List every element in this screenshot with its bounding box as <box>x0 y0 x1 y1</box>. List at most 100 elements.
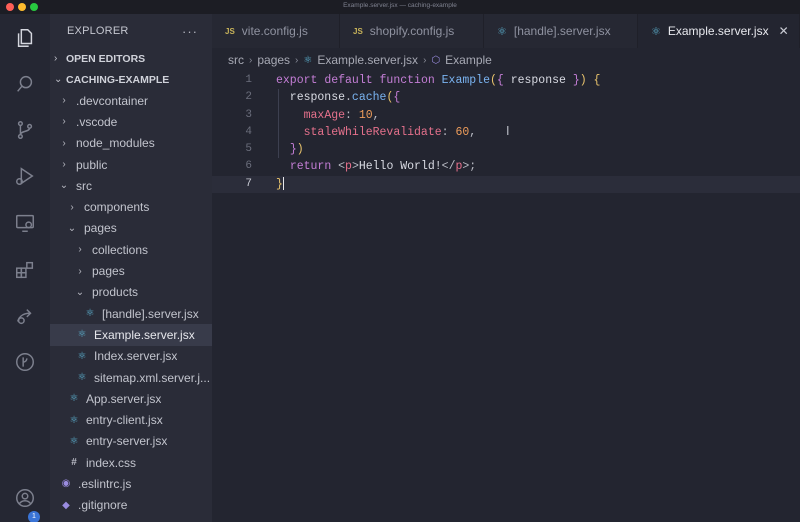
editor-tab[interactable]: JS shopify.config.js <box>340 14 484 48</box>
gitlens-icon[interactable] <box>13 350 37 374</box>
chevron-down-icon: ⌄ <box>67 222 77 234</box>
tree-item-label: .eslintrc.js <box>78 476 132 491</box>
file-item[interactable]: ⚛ entry-client.jsx <box>50 409 212 430</box>
remote-explorer-icon[interactable] <box>13 211 37 235</box>
file-item[interactable]: # index.css <box>50 452 212 473</box>
file-item[interactable]: ⚛ entry-server.jsx <box>50 431 212 452</box>
line-number: 2 <box>245 91 252 104</box>
folder-item[interactable]: › .devcontainer <box>50 90 212 111</box>
project-section[interactable]: ⌄ CACHING-EXAMPLE <box>50 69 212 90</box>
chevron-right-icon: › <box>62 137 66 149</box>
editor-tab[interactable]: ⚛ [handle].server.jsx <box>484 14 638 48</box>
file-item[interactable]: ◆ .gitignore <box>50 495 212 516</box>
code-line[interactable]: 3 maxAge: 10, <box>212 107 800 124</box>
code-text: }) <box>276 141 304 158</box>
source-control-icon[interactable] <box>13 118 37 142</box>
react-file-icon: ⚛ <box>303 54 313 66</box>
git-file-icon: ◆ <box>62 499 70 511</box>
breadcrumb: src › pages › ⚛ Example.server.jsx › ⬡ Example <box>212 48 800 72</box>
tree-item-label: products <box>92 285 139 300</box>
editor-tab[interactable]: ⚛ Example.server.jsx ✕ <box>638 14 800 48</box>
tree-item-label: .gitignore <box>78 498 128 513</box>
chevron-right-icon: › <box>295 54 299 66</box>
folder-item[interactable]: ⌄ products <box>50 282 212 303</box>
window-title: Example.server.jsx — caching-example <box>343 2 457 9</box>
tab-label: Example.server.jsx <box>667 24 769 38</box>
code-text: staleWhileRevalidate: 60, <box>276 124 477 141</box>
folder-item[interactable]: › pages <box>50 260 212 281</box>
tree-item-label: .devcontainer <box>76 93 149 108</box>
breadcrumb-item[interactable]: pages <box>257 53 290 67</box>
folder-item[interactable]: › .vscode <box>50 111 212 132</box>
breadcrumb-item[interactable]: src <box>228 53 244 67</box>
file-item[interactable]: ⚛ sitemap.xml.server.j... <box>50 367 212 388</box>
chevron-right-icon: › <box>423 54 427 66</box>
folder-item[interactable]: › collections <box>50 239 212 260</box>
tab-label: [handle].server.jsx <box>513 24 611 38</box>
more-actions-icon[interactable]: ··· <box>182 24 198 39</box>
code-token: , <box>372 108 380 122</box>
code-token: 10 <box>358 108 373 122</box>
tree-item-label: Index.server.jsx <box>94 349 178 364</box>
breadcrumb-item[interactable]: Example.server.jsx <box>317 53 418 67</box>
code-token: response <box>510 74 573 87</box>
code-line[interactable]: 7} <box>212 175 800 194</box>
code-token: Example <box>441 74 490 87</box>
tree-item-label: sitemap.xml.server.j... <box>94 370 211 385</box>
file-item[interactable]: ⚛ [handle].server.jsx <box>50 303 212 324</box>
folder-item[interactable]: › components <box>50 196 212 217</box>
breadcrumb-item[interactable]: Example <box>445 53 492 67</box>
file-item[interactable]: ⚛ Example.server.jsx <box>50 324 212 346</box>
file-item[interactable]: ⚛ App.server.jsx <box>50 388 212 409</box>
account-badge: 1 <box>28 511 40 522</box>
live-share-icon[interactable] <box>13 304 37 328</box>
line-number: 5 <box>245 143 252 156</box>
tree-item-label: index.css <box>86 455 137 470</box>
code-text: return <p>Hello World!</p>; <box>276 158 476 175</box>
extensions-icon[interactable] <box>13 258 37 282</box>
code-line[interactable]: 5 }) <box>212 141 800 158</box>
file-item[interactable]: ◉ .eslintrc.js <box>50 473 212 494</box>
code-line[interactable]: 6 return <p>Hello World!</p>; <box>212 158 800 175</box>
close-tab-icon[interactable]: ✕ <box>779 24 789 38</box>
tree-item-label: entry-server.jsx <box>86 434 168 449</box>
code-text: } <box>276 176 284 193</box>
line-number: 6 <box>245 160 252 173</box>
eslint-file-icon: ◉ <box>61 478 71 490</box>
run-debug-icon[interactable] <box>13 164 37 188</box>
code-token: p <box>345 160 352 174</box>
folder-item[interactable]: ⌄ src <box>50 175 212 196</box>
code-line[interactable]: 2 response.cache({ <box>212 89 800 106</box>
tab-label: vite.config.js <box>241 24 308 38</box>
folder-item[interactable]: ⌄ pages <box>50 218 212 239</box>
open-editors-label: OPEN EDITORS <box>66 52 146 65</box>
folder-item[interactable]: › node_modules <box>50 133 212 154</box>
tree-item-label: public <box>76 157 108 172</box>
account-icon[interactable] <box>13 486 37 510</box>
chevron-right-icon: › <box>62 95 66 107</box>
tree-item-label: [handle].server.jsx <box>102 306 199 321</box>
chevron-right-icon: › <box>78 265 82 277</box>
line-number: 7 <box>245 177 252 190</box>
editor-tab[interactable]: JS vite.config.js <box>212 14 340 48</box>
files-icon[interactable] <box>13 26 37 50</box>
search-icon[interactable] <box>13 72 37 96</box>
code-token: : <box>441 125 456 139</box>
tree-item-label: pages <box>84 221 117 236</box>
code-token: 60 <box>455 125 470 139</box>
code-token: , <box>469 125 477 139</box>
chevron-right-icon: › <box>62 159 66 171</box>
file-item[interactable]: ⚛ Index.server.jsx <box>50 346 212 367</box>
css-file-icon: # <box>71 457 77 469</box>
folder-item[interactable]: › public <box>50 154 212 175</box>
react-file-icon: ⚛ <box>85 308 95 320</box>
line-number: 1 <box>245 74 252 86</box>
code-token: ; <box>469 160 477 174</box>
code-editor[interactable]: 1 export default function Example({ respo… <box>212 72 800 522</box>
code-line[interactable]: 1 export default function Example({ respo… <box>212 72 800 89</box>
react-file-icon: ⚛ <box>77 329 87 341</box>
open-editors-section[interactable]: › OPEN EDITORS <box>50 48 212 69</box>
